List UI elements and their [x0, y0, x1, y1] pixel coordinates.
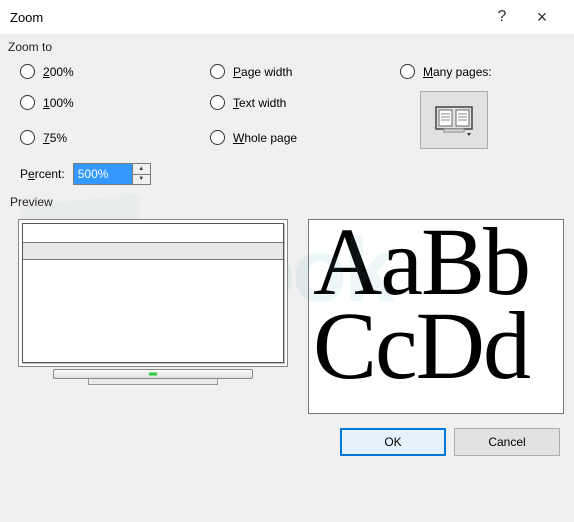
radio-100-percent[interactable]: 100% 100%	[20, 95, 210, 110]
cancel-button[interactable]: Cancel	[454, 428, 560, 456]
preview-monitor	[8, 219, 298, 391]
radio-icon	[20, 64, 35, 79]
many-pages-picker-button[interactable]	[420, 91, 488, 149]
preview-label: Preview	[10, 195, 564, 209]
radio-icon	[210, 64, 225, 79]
radio-icon	[20, 130, 35, 145]
many-pages-icon	[434, 103, 474, 137]
radio-icon	[210, 95, 225, 110]
percent-input[interactable]	[74, 164, 132, 184]
window-title: Zoom	[10, 10, 43, 25]
radio-many-pages[interactable]: Many pages: Many pages:	[400, 64, 564, 79]
radio-whole-page[interactable]: Whole page Whole page	[210, 130, 400, 145]
percent-spinner[interactable]: ▲ ▼	[73, 163, 151, 185]
percent-label: Percent:	[20, 167, 65, 181]
percent-spinner-down[interactable]: ▼	[133, 175, 150, 185]
radio-200-percent[interactable]: 200% 200%	[20, 64, 210, 79]
radio-icon	[210, 130, 225, 145]
zoom-to-group-label: Zoom to	[8, 40, 564, 54]
close-button[interactable]: ×	[522, 7, 562, 28]
percent-spinner-up[interactable]: ▲	[133, 164, 150, 175]
radio-icon	[20, 95, 35, 110]
radio-icon	[400, 64, 415, 79]
help-button[interactable]: ?	[482, 8, 522, 26]
radio-page-width[interactable]: Page width Page width	[210, 64, 400, 79]
ok-button[interactable]: OK	[340, 428, 446, 456]
radio-75-percent[interactable]: 75% 75%	[20, 130, 210, 145]
preview-sample-text: AaBb CcDd	[308, 219, 564, 414]
titlebar: Zoom ? ×	[0, 0, 574, 34]
zoom-to-group: 200% 200% Page width Page width Many pag…	[6, 60, 564, 157]
radio-text-width[interactable]: Text width Text width	[210, 95, 400, 110]
sample-line-2: CcDd	[313, 298, 563, 394]
